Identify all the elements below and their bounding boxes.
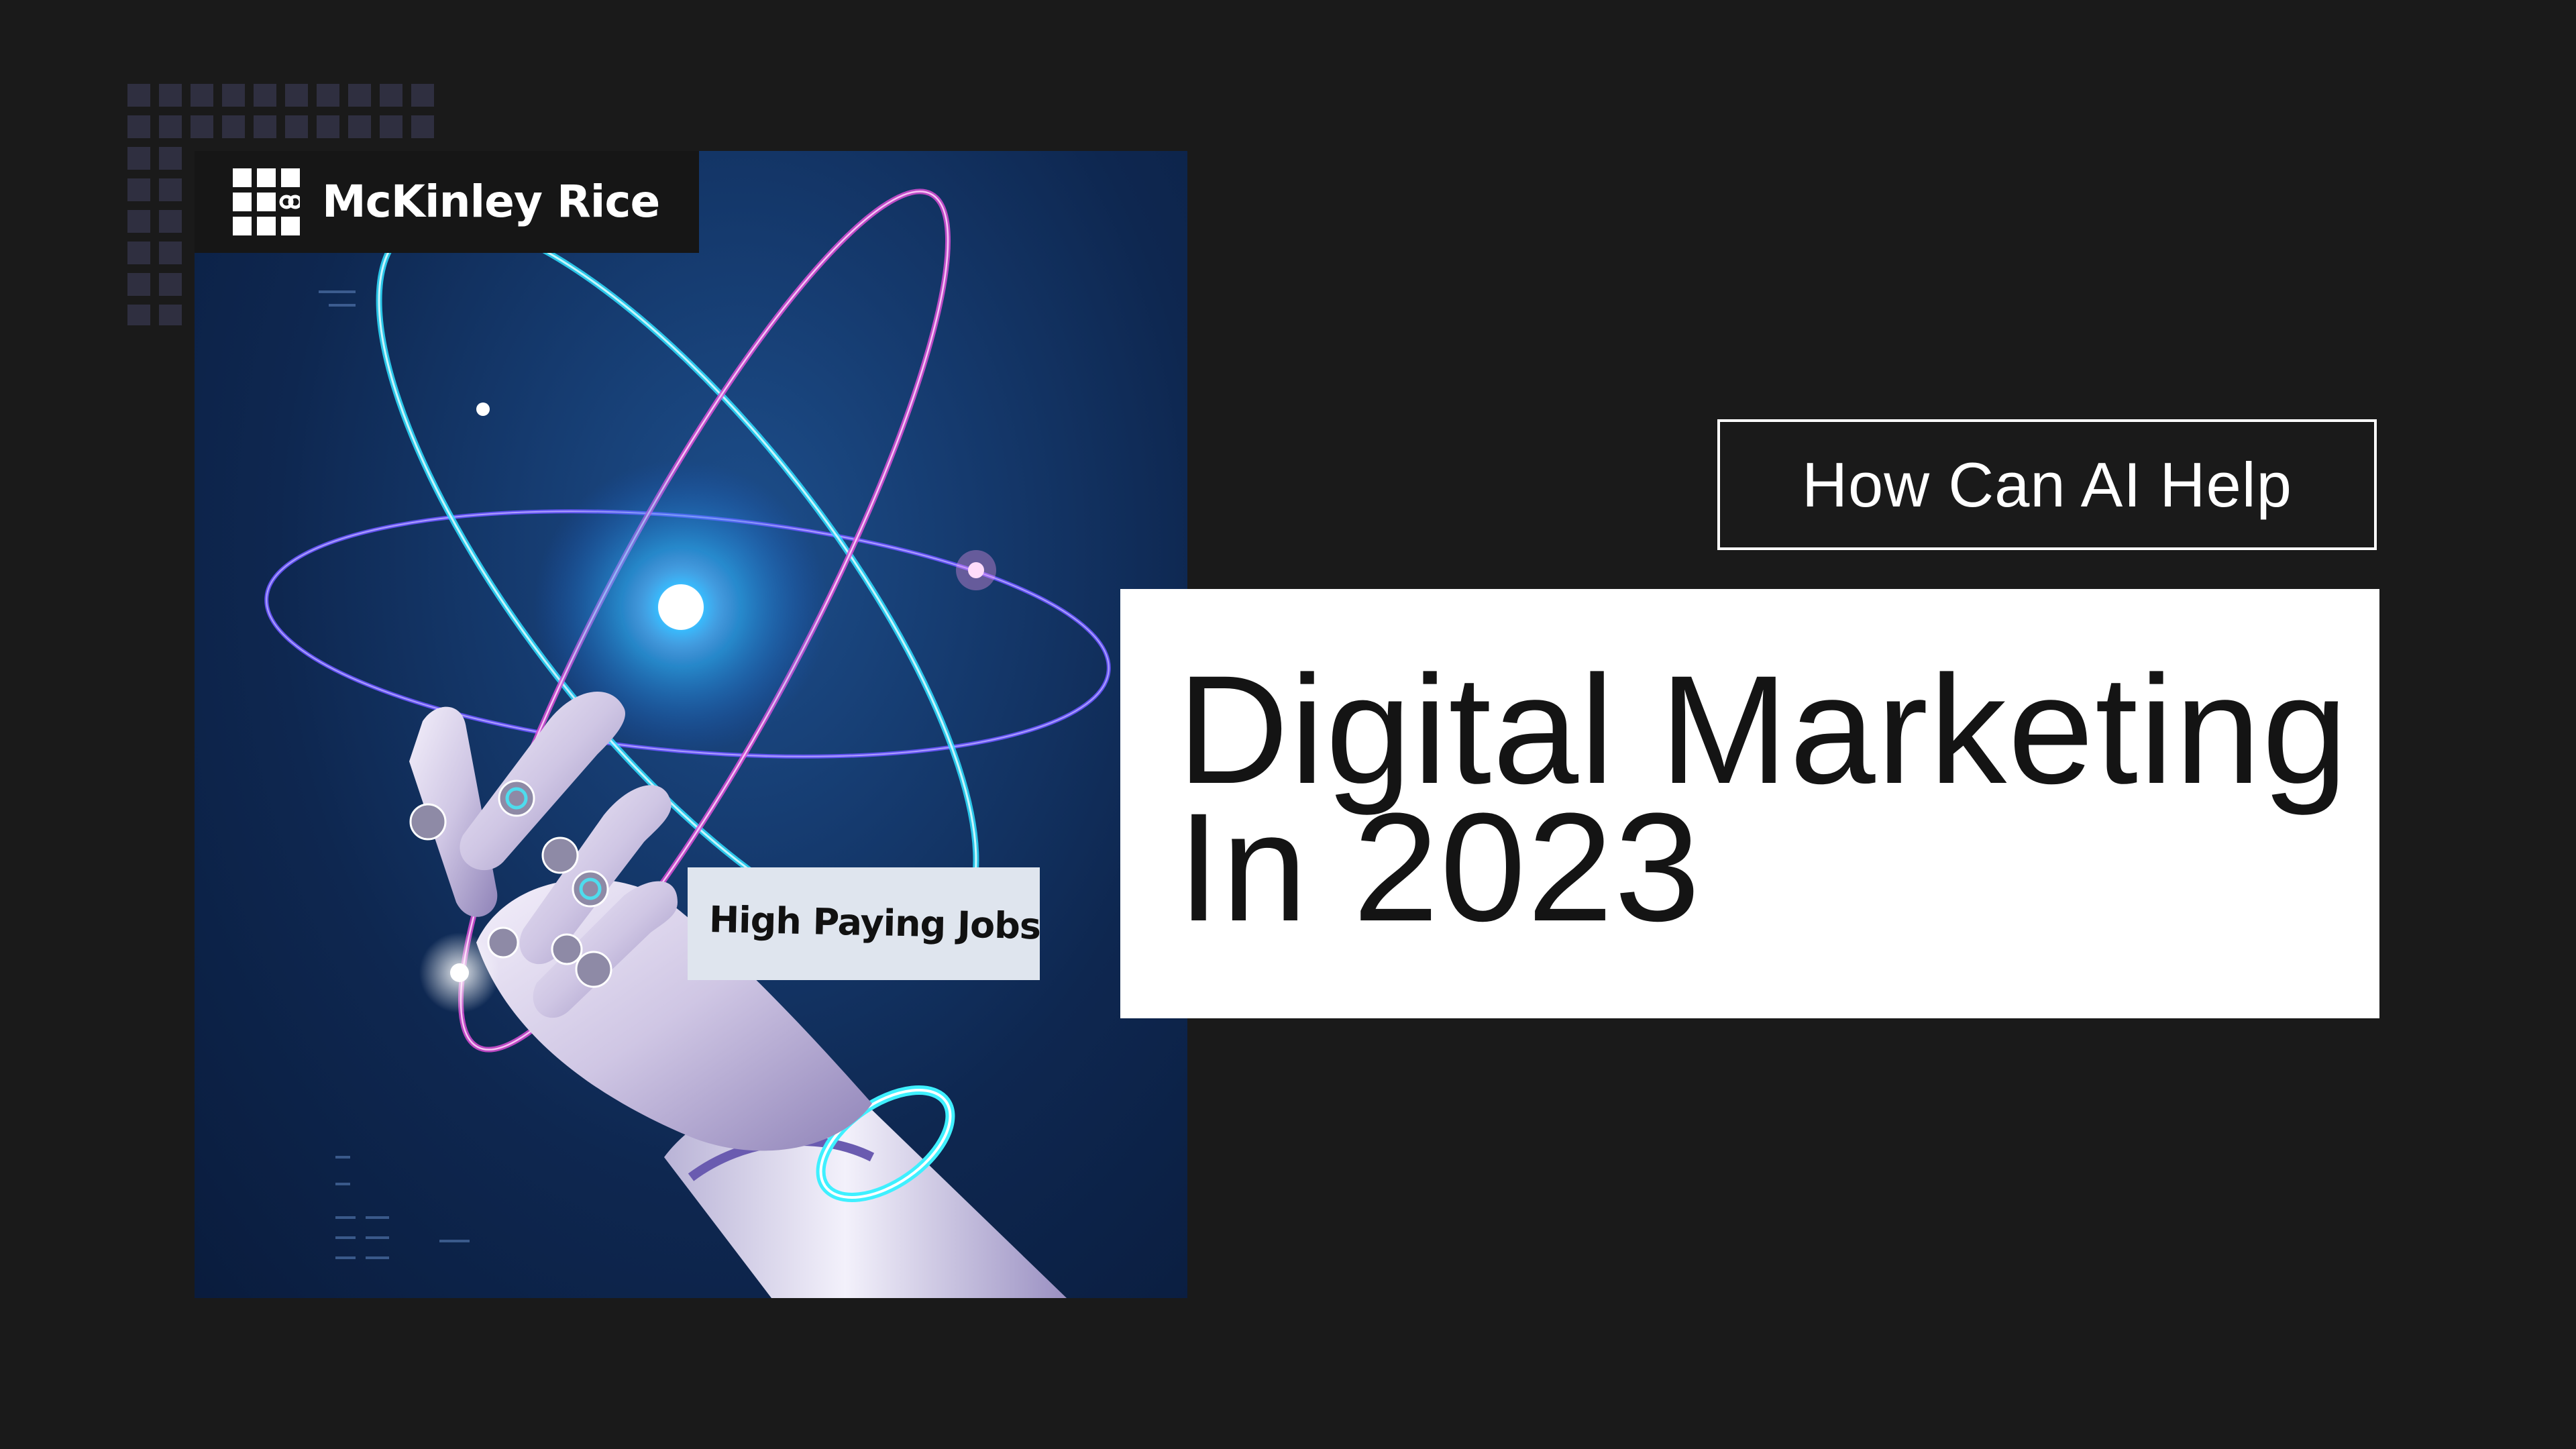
headline-eyebrow-box: How Can AI Help <box>1717 419 2377 550</box>
hero-image <box>195 151 1187 1298</box>
brand-logo: McKinley Rice <box>195 151 699 253</box>
mckinley-rice-grid-logo-icon <box>233 168 300 235</box>
headline-eyebrow: How Can AI Help <box>1802 449 2292 520</box>
tag-label: High Paying Jobs <box>708 898 1041 948</box>
banner-canvas: McKinley Rice High Paying Jobs How Can A… <box>0 0 2576 1449</box>
high-paying-jobs-tag: High Paying Jobs <box>688 867 1041 980</box>
robot-hand-atom-illustration <box>264 189 1111 1298</box>
headline-title-line-2: In 2023 <box>1177 781 1702 953</box>
brand-name: McKinley Rice <box>322 176 660 227</box>
headline-title-box: Digital Marketing In 2023 <box>1120 589 2379 1018</box>
